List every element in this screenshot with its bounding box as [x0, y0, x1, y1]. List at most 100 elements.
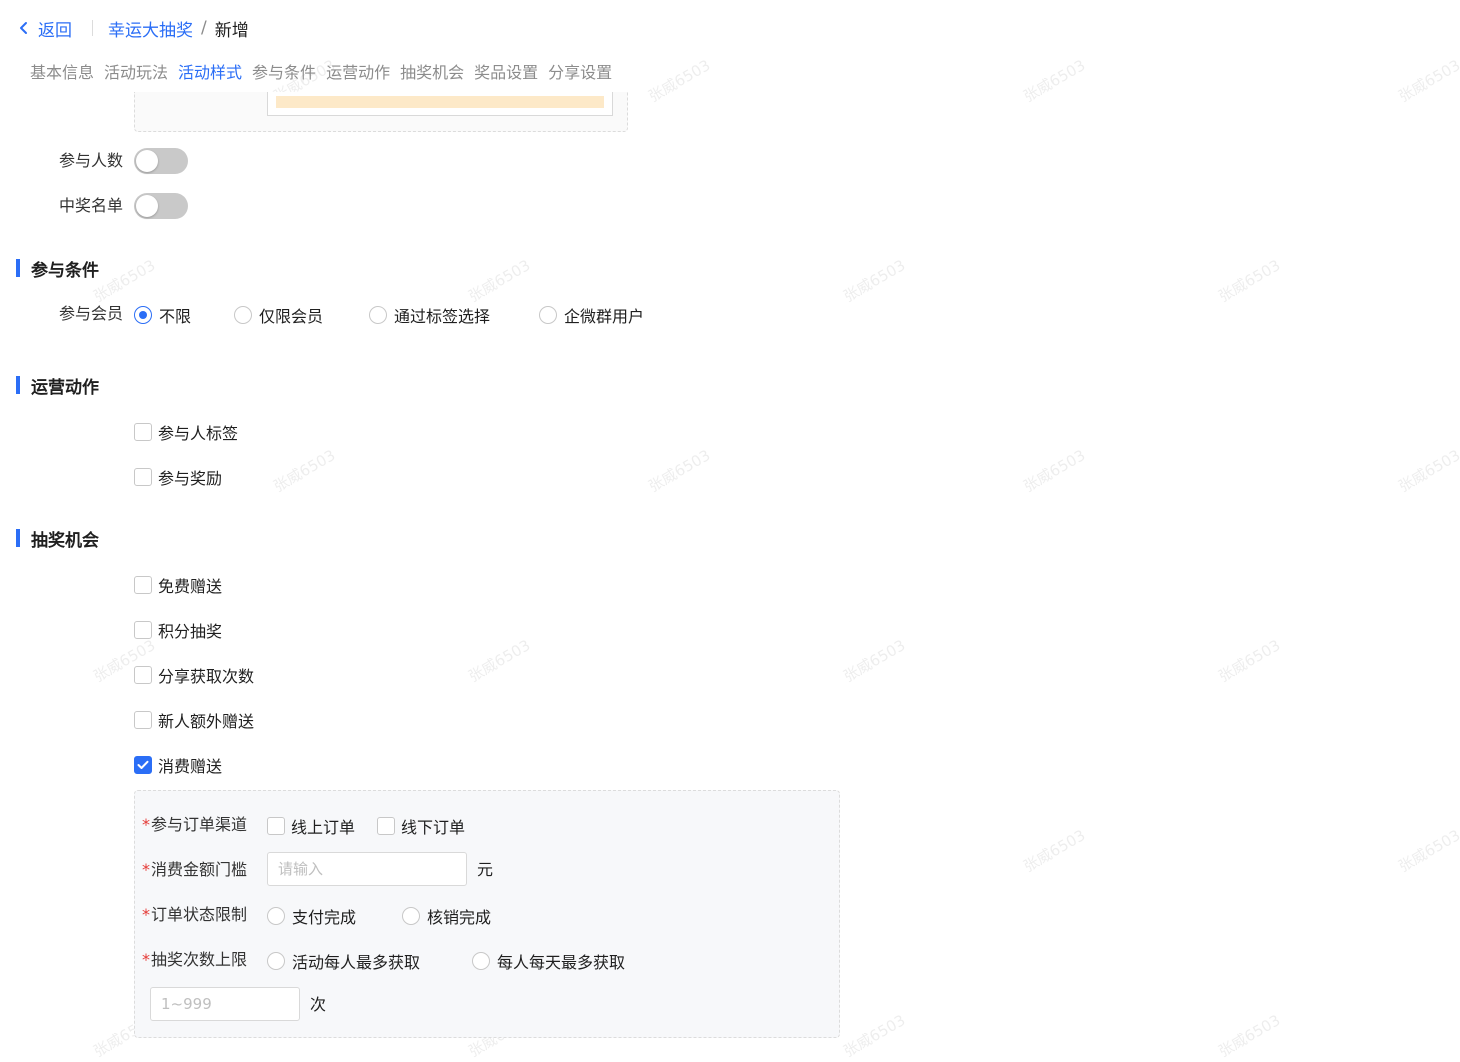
tab-prizes[interactable]: 奖品设置: [474, 59, 538, 83]
watermark: 张威6503: [645, 56, 714, 106]
checkbox-points-draw[interactable]: 积分抽奖: [134, 618, 222, 642]
checkbox-box: [134, 666, 152, 684]
winners-label: 中奖名单: [58, 196, 123, 215]
section-accent-bar: [16, 259, 20, 277]
channel-label-text: 参与订单渠道: [151, 815, 248, 834]
radio-dot: [134, 306, 152, 324]
radio-dot: [267, 952, 285, 970]
watermark: 张威6503: [1215, 256, 1284, 306]
section-tabs: 基本信息 活动玩法 活动样式 参与条件 运营动作 抽奖机会 奖品设置 分享设置: [30, 58, 622, 84]
participants-label: 参与人数: [58, 151, 123, 170]
watermark: 张威6503: [270, 446, 339, 496]
checkbox-label: 新人额外赠送: [158, 712, 255, 731]
watermark: 张威6503: [840, 636, 909, 686]
option-label: 通过标签选择: [394, 307, 491, 326]
watermark: 张威6503: [1215, 1011, 1284, 1061]
limit-option-per-activity[interactable]: 活动每人最多获取: [267, 949, 420, 973]
checkbox-label: 线下订单: [401, 818, 466, 837]
participants-switch[interactable]: [134, 148, 188, 174]
conditions-title-text: 参与条件: [31, 260, 99, 281]
checkbox-online-order[interactable]: 线上订单: [267, 814, 355, 838]
status-option-paid[interactable]: 支付完成: [267, 904, 356, 928]
watermark: 张威6503: [465, 256, 534, 306]
option-label: 企微群用户: [564, 307, 645, 326]
breadcrumb-separator: /: [201, 18, 207, 38]
watermark: 张威6503: [1020, 826, 1089, 876]
limit-option-per-day[interactable]: 每人每天最多获取: [472, 949, 625, 973]
tab-gameplay[interactable]: 活动玩法: [104, 59, 168, 83]
checkbox-label: 分享获取次数: [158, 667, 255, 686]
radio-dot: [369, 306, 387, 324]
limit-unit: 次: [310, 995, 327, 1014]
checkbox-box: [267, 817, 285, 835]
checkbox-participant-tag[interactable]: 参与人标签: [134, 420, 238, 444]
section-accent-bar: [16, 529, 20, 547]
checkbox-box: [134, 576, 152, 594]
tab-operations[interactable]: 运营动作: [326, 59, 390, 83]
option-label: 仅限会员: [259, 307, 324, 326]
checkbox-participation-reward[interactable]: 参与奖励: [134, 465, 222, 489]
limit-count-input[interactable]: [150, 987, 300, 1021]
radio-dot: [539, 306, 557, 324]
tab-style[interactable]: 活动样式: [178, 59, 242, 83]
member-option-members-only[interactable]: 仅限会员: [234, 303, 323, 327]
limit-label: *抽奖次数上限: [142, 949, 247, 971]
status-option-redeemed[interactable]: 核销完成: [402, 904, 491, 928]
section-accent-bar: [16, 376, 20, 394]
checkbox-box: [134, 711, 152, 729]
option-label: 核销完成: [427, 908, 492, 927]
amount-label-text: 消费金额门槛: [151, 860, 248, 879]
member-option-wecom-group[interactable]: 企微群用户: [539, 303, 644, 327]
checkbox-label: 免费赠送: [158, 577, 223, 596]
winners-switch[interactable]: [134, 193, 188, 219]
back-label: 返回: [38, 20, 72, 41]
tab-basic-info[interactable]: 基本信息: [30, 59, 94, 83]
radio-dot: [402, 907, 420, 925]
option-label: 不限: [159, 307, 192, 326]
checkbox-label: 线上订单: [291, 818, 356, 837]
channel-label: *参与订单渠道: [142, 814, 247, 836]
watermark: 张威6503: [1395, 56, 1460, 106]
breadcrumb-current: 新增: [214, 20, 249, 41]
member-option-unlimited[interactable]: 不限: [134, 303, 191, 327]
checkbox-box: [377, 817, 395, 835]
back-button[interactable]: 返回: [18, 16, 72, 41]
breadcrumb-parent-link[interactable]: 幸运大抽奖: [108, 16, 193, 41]
operations-title-text: 运营动作: [31, 377, 99, 398]
option-label: 每人每天最多获取: [497, 953, 626, 972]
tab-share[interactable]: 分享设置: [548, 59, 612, 83]
status-label-text: 订单状态限制: [151, 905, 248, 924]
checkbox-label: 积分抽奖: [158, 622, 223, 641]
switch-knob: [136, 195, 158, 217]
checkbox-newcomer-bonus[interactable]: 新人额外赠送: [134, 708, 254, 732]
checkbox-share-chances[interactable]: 分享获取次数: [134, 663, 254, 687]
required-mark: *: [142, 860, 150, 879]
watermark: 张威6503: [1395, 826, 1460, 876]
status-label: *订单状态限制: [142, 904, 247, 926]
tab-conditions[interactable]: 参与条件: [252, 59, 316, 83]
checkbox-free-gift[interactable]: 免费赠送: [134, 573, 222, 597]
checkbox-offline-order[interactable]: 线下订单: [377, 814, 465, 838]
amount-threshold-input[interactable]: [267, 852, 467, 886]
switch-knob: [136, 150, 158, 172]
checkbox-box: [134, 423, 152, 441]
checkbox-box: [134, 756, 152, 774]
watermark: 张威6503: [1020, 56, 1089, 106]
limit-label-text: 抽奖次数上限: [151, 950, 248, 969]
checkbox-label: 参与奖励: [158, 469, 223, 488]
required-mark: *: [142, 950, 150, 969]
checkbox-consumption-gift[interactable]: 消费赠送: [134, 753, 222, 777]
radio-dot: [472, 952, 490, 970]
watermark: 张威6503: [840, 256, 909, 306]
member-label: 参与会员: [58, 304, 123, 323]
watermark: 张威6503: [90, 256, 159, 306]
watermark: 张威6503: [1395, 446, 1460, 496]
member-option-by-tag[interactable]: 通过标签选择: [369, 303, 490, 327]
header-divider: [92, 20, 93, 36]
tab-chances[interactable]: 抽奖机会: [400, 59, 464, 83]
watermark: 张威6503: [645, 446, 714, 496]
watermark: 张威6503: [1215, 636, 1284, 686]
chances-section-title: 抽奖机会: [16, 528, 99, 551]
operations-section-title: 运营动作: [16, 375, 99, 398]
style-preview-bar: [276, 96, 604, 108]
